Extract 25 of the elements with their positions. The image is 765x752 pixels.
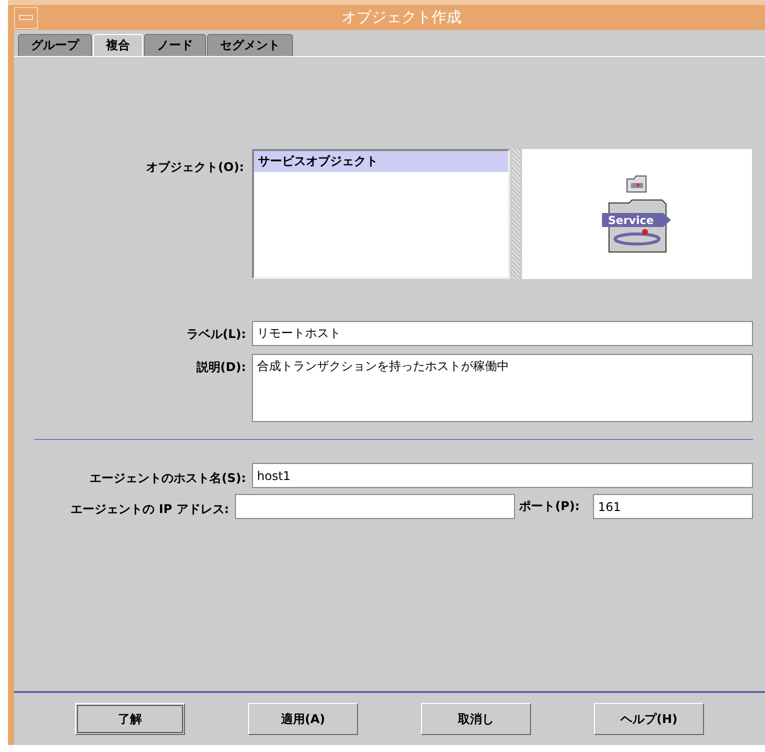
dialog-button[interactable]: 了解 [75, 703, 185, 735]
input-field[interactable]: host1 [252, 463, 753, 488]
tab[interactable]: セグメント [207, 34, 293, 56]
object-list[interactable]: サービスオブジェクト [252, 149, 510, 279]
dialog-button[interactable]: 適用(A) [248, 703, 358, 735]
text-area[interactable]: 合成トランザクションを持ったホストが稼働中 [252, 354, 753, 422]
input-field[interactable] [235, 494, 516, 519]
folder-icon [626, 175, 648, 193]
input-field[interactable]: リモートホスト [252, 321, 753, 346]
field-label: 説明(D): [196, 360, 246, 374]
field-label: エージェントの IP アドレス: [70, 502, 230, 516]
object-label: オブジェクト(O): [146, 160, 244, 174]
dialog-button[interactable]: ヘルプ(H) [594, 703, 704, 735]
tab[interactable]: グループ [18, 34, 92, 56]
field-label: ラベル(L): [186, 327, 246, 341]
field-label: ポート(P): [519, 499, 580, 513]
tab[interactable]: ノード [144, 34, 206, 56]
tab[interactable]: 複合 [93, 34, 143, 56]
splitter-handle[interactable] [512, 149, 520, 279]
input-field[interactable]: 161 [593, 494, 753, 519]
dialog-button[interactable]: 取消し [421, 703, 531, 735]
window-title: オブジェクト作成 [340, 8, 462, 27]
list-item[interactable]: サービスオブジェクト [254, 151, 508, 172]
window-menu-button[interactable] [14, 6, 38, 28]
field-label: エージェントのホスト名(S): [90, 470, 246, 484]
